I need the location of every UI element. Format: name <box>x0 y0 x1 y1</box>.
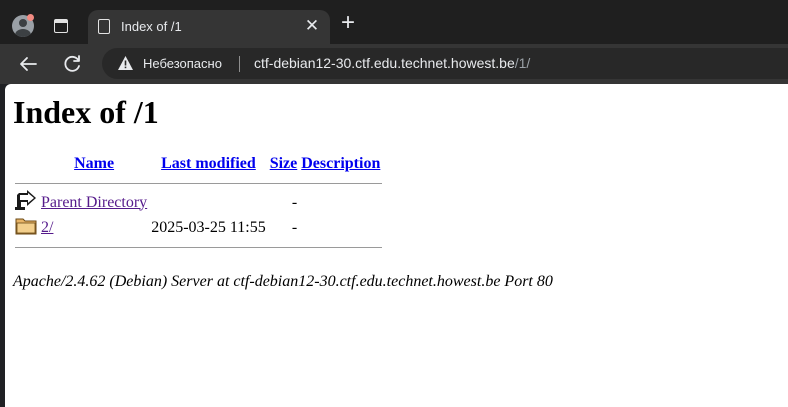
back-arrow-icon[interactable] <box>15 51 41 77</box>
server-signature: Apache/2.4.62 (Debian) Server at ctf-deb… <box>13 273 553 290</box>
sort-by-size-link[interactable]: Size <box>270 155 298 172</box>
page-content: Index of /1 Name Last modified Size Desc… <box>5 84 788 407</box>
sort-by-last-modified-link[interactable]: Last modified <box>161 155 256 172</box>
listing-header-row: Name Last modified Size Description <box>13 152 382 176</box>
table-row: 2/ 2025-03-25 11:55 - <box>13 215 382 240</box>
divider-bottom <box>15 246 383 248</box>
directory-listing: Name Last modified Size Description Pare… <box>13 152 383 254</box>
profile-notification-dot <box>27 14 34 21</box>
security-status-label[interactable]: Небезопасно <box>143 56 222 71</box>
page-title: Index of /1 <box>13 94 159 130</box>
folder-link[interactable]: 2/ <box>41 219 53 236</box>
document-icon <box>98 19 110 34</box>
omnibox-divider <box>239 56 240 72</box>
table-row: Parent Directory - <box>13 190 382 215</box>
url-host: ctf-debian12-30.ctf.edu.technet.howest.b… <box>254 55 515 71</box>
address-bar[interactable]: Небезопасно ctf-debian12-30.ctf.edu.tech… <box>102 48 788 79</box>
parent-directory-icon <box>15 190 36 210</box>
tab-active[interactable]: Index of /1 ✕ <box>88 10 330 44</box>
url-path: /1/ <box>514 55 531 71</box>
last-modified-cell: 2025-03-25 11:55 <box>151 218 266 236</box>
tab-close-icon[interactable]: ✕ <box>302 16 322 36</box>
reload-icon[interactable] <box>59 51 85 77</box>
url-text[interactable]: ctf-debian12-30.ctf.edu.technet.howest.b… <box>254 55 530 71</box>
warning-triangle-icon[interactable] <box>117 55 134 71</box>
size-cell: - <box>291 193 298 211</box>
description-cell <box>299 190 382 215</box>
tab-actions-icon[interactable] <box>54 19 68 33</box>
new-tab-icon[interactable]: + <box>337 11 359 35</box>
description-cell <box>299 215 382 240</box>
folder-icon <box>15 218 37 235</box>
header-icon-cell <box>13 152 39 176</box>
size-cell: - <box>291 218 298 236</box>
tab-strip: Index of /1 ✕ + <box>0 0 788 44</box>
browser-toolbar: Небезопасно ctf-debian12-30.ctf.edu.tech… <box>0 44 788 84</box>
sort-by-name-link[interactable]: Name <box>74 155 114 172</box>
parent-directory-link[interactable]: Parent Directory <box>41 194 147 211</box>
sort-by-description-link[interactable]: Description <box>301 155 380 172</box>
divider-top <box>15 182 383 184</box>
tab-title: Index of /1 <box>121 19 182 34</box>
last-modified-cell <box>149 190 268 215</box>
